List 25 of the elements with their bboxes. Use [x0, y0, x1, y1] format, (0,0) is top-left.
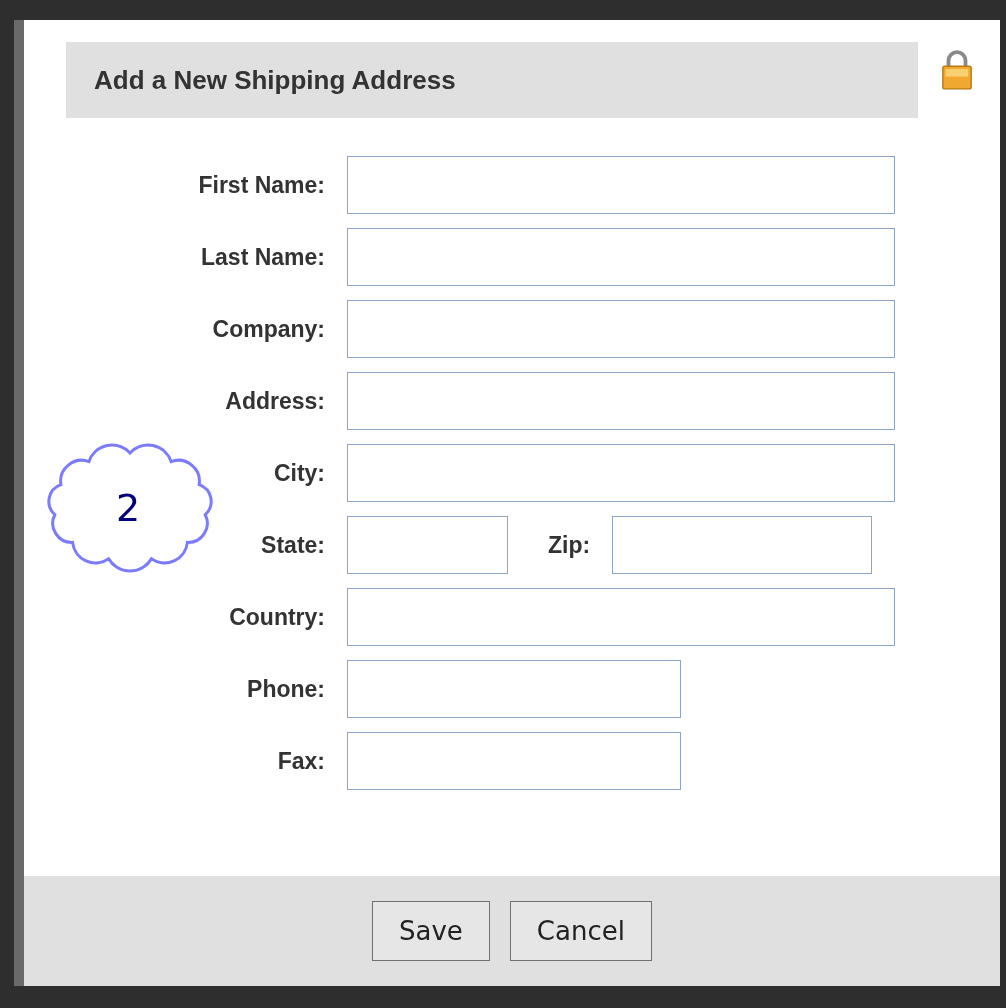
padlock-icon: [940, 50, 974, 90]
text-field[interactable]: [347, 300, 895, 358]
field-label: Address:: [224, 387, 325, 415]
text-field[interactable]: [612, 516, 873, 574]
text-field[interactable]: [347, 732, 681, 790]
text-field[interactable]: [347, 516, 508, 574]
text-field[interactable]: [347, 444, 895, 502]
field-label: Company:: [211, 315, 325, 343]
field-label: Fax:: [276, 747, 325, 775]
field-label: City:: [272, 459, 325, 487]
field-label: Phone:: [246, 675, 325, 703]
callout-number: 2: [116, 486, 141, 530]
text-field[interactable]: [347, 372, 895, 430]
dialog-button[interactable]: Save: [372, 901, 490, 961]
text-field[interactable]: [347, 588, 895, 646]
dialog-title: Add a New Shipping Address: [66, 42, 918, 118]
field-label: Country:: [228, 603, 325, 631]
field-label: Last Name:: [200, 243, 325, 271]
text-field[interactable]: [347, 660, 681, 718]
text-field[interactable]: [347, 156, 895, 214]
field-label: First Name:: [197, 171, 325, 199]
dialog-button[interactable]: Cancel: [509, 901, 652, 961]
field-label: Zip:: [548, 531, 591, 559]
field-label: State:: [260, 531, 325, 559]
text-field[interactable]: [347, 228, 895, 286]
